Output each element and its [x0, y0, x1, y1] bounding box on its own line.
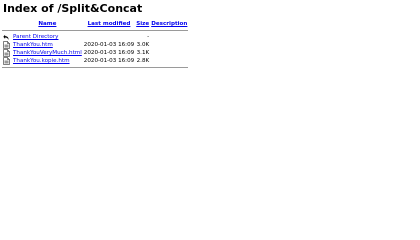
parent-directory-link[interactable]: Parent Directory	[13, 34, 58, 40]
header-last-modified-cell: Last modified	[83, 20, 135, 28]
sort-by-description-link[interactable]: Description	[151, 21, 187, 27]
sort-by-name-link[interactable]: Name	[38, 21, 56, 27]
header-size-cell: Size	[135, 20, 150, 28]
sort-by-last-modified-link[interactable]: Last modified	[88, 21, 131, 27]
text-file-icon	[3, 57, 10, 65]
directory-listing-table: Name Last modified Size Description Pare…	[2, 20, 189, 70]
table-header-row: Name Last modified Size Description	[2, 20, 188, 28]
file-size: 3.0K	[136, 42, 150, 48]
file-row: ThankYouVeryMuch.html 2020-01-03 16:09 3…	[2, 49, 188, 57]
parent-size: -	[147, 34, 150, 40]
file-modified: 2020-01-03 16:09	[83, 58, 135, 64]
file-size: 2.8K	[136, 58, 150, 64]
file-link[interactable]: ThankYou.htm	[13, 42, 53, 48]
text-file-icon	[3, 49, 10, 57]
sort-by-size-link[interactable]: Size	[136, 21, 149, 27]
file-link[interactable]: ThankYou.kopie.htm	[13, 58, 70, 64]
file-size: 3.1K	[136, 50, 150, 56]
header-description-cell: Description	[150, 20, 188, 28]
page-title: Index of /Split&Concat	[3, 2, 143, 15]
file-description	[150, 49, 188, 57]
file-row: ThankYou.htm 2020-01-03 16:09 3.0K	[2, 41, 188, 49]
footer-rule-row	[2, 65, 189, 70]
file-link[interactable]: ThankYouVeryMuch.html	[13, 50, 82, 56]
header-divider	[2, 30, 189, 31]
file-description	[150, 57, 188, 65]
footer-divider	[2, 67, 189, 68]
file-row: ThankYou.kopie.htm 2020-01-03 16:09 2.8K	[2, 57, 188, 65]
text-file-icon	[3, 41, 10, 49]
header-icon-column	[2, 20, 12, 28]
file-description	[150, 41, 188, 49]
header-name-cell: Name	[12, 20, 83, 28]
file-modified: 2020-01-03 16:09	[83, 50, 135, 56]
file-modified: 2020-01-03 16:09	[83, 42, 135, 48]
parent-directory-row: Parent Directory -	[2, 33, 188, 41]
back-arrow-icon	[3, 34, 9, 40]
